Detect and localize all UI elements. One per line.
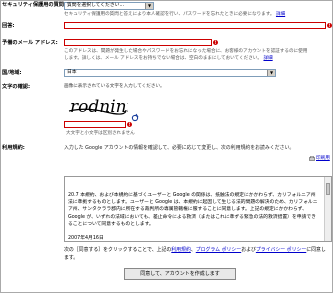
captcha-glyphs: rodnini [70, 97, 128, 117]
answer-input[interactable] [64, 22, 326, 29]
terms-body: 20.7 本規約、および本規約に基づくユーザーと Google の関係は、抵触法… [68, 193, 318, 227]
recovery-email-label: 予備のメール アドレス: [2, 40, 58, 46]
program-policy-link[interactable]: プログラム ポリシー [196, 247, 241, 253]
terms-date: 2007年4月16日 [68, 236, 104, 242]
captcha-note: 大文字と小文字は区別されません [66, 131, 135, 136]
terms-label: 利用規約: [2, 145, 25, 151]
answer-label: 回答: [2, 23, 15, 29]
agreement-text-before: 次の［同意する］をクリックすることで、上記の [64, 247, 172, 253]
country-select[interactable]: 日本 ▼ [64, 69, 276, 77]
terms-scrollbar-thumb[interactable] [326, 183, 330, 195]
agreement-line1: 次の［同意する］をクリックすることで、上記の利用規約、プログラム ポリシーおよび… [64, 247, 326, 253]
recovery-email-help-line1: このアドレスは、間題が発生した場合やパスワードをお忘れになった場合に、お客様のア… [64, 49, 308, 54]
error-icon: ! [213, 40, 218, 45]
security-question-help: セキュリティ保護用の質問と答えにより本人確認を行い、パスワードを忘れたときに必要… [64, 12, 285, 18]
printer-icon[interactable] [309, 156, 315, 161]
agreement-text-after: に同意し [306, 247, 326, 253]
security-question-help-text: セキュリティ保護用の質問と答えにより本人確認を行い、パスワードを忘れたときに必要… [64, 12, 275, 17]
recovery-email-input[interactable] [64, 39, 212, 46]
print-link[interactable]: 印刷用 [316, 156, 330, 162]
terms-link[interactable]: 利用規約 [171, 247, 191, 253]
country-selected: 日本 [67, 70, 77, 75]
chevron-down-icon[interactable]: ▼ [145, 3, 153, 9]
captcha-image: rodnini [66, 93, 132, 119]
error-icon: ! [327, 23, 332, 28]
captcha-label: 文字の確認: [2, 84, 31, 90]
privacy-policy-link[interactable]: プライバシー ポリシー [256, 247, 306, 253]
security-question-details-link[interactable]: 詳細 [276, 12, 285, 17]
recovery-email-help-line2: します。詳しくは、メール アドレスをお持ちでない場合は、空白のままにしておいてく… [64, 56, 273, 62]
agreement-line2: ます。 [64, 255, 79, 261]
recovery-email-details-link[interactable]: 詳細 [263, 56, 272, 61]
agree-create-account-button[interactable]: 同意して、アカウントを作成します [124, 268, 236, 280]
error-icon: ! [127, 122, 132, 127]
agreement-text-and: および [241, 247, 256, 253]
recovery-email-help-text: します。詳しくは、メール アドレスをお持ちでない場合は、空白のままにしておいてく… [64, 56, 262, 61]
captcha-input[interactable] [64, 121, 126, 128]
chevron-down-icon[interactable]: ▼ [267, 70, 275, 76]
captcha-instruction: 画像に表示されている文字を入力してください。 [64, 84, 165, 89]
security-question-label: セキュリティ保護用の質問: [2, 2, 67, 8]
country-label: 国/地域: [2, 70, 22, 76]
terms-body-text: 20.7 本規約、および本規約に基づくユーザーと Google の関係は、抵触法… [68, 192, 320, 242]
terms-intro: 入力した Google アカウントの情報を確認して、必要に応じて変更し、次の利用… [64, 145, 295, 151]
security-question-select[interactable]: 質問を選択してください... ▼ [64, 2, 154, 10]
terms-of-service-box[interactable]: 20.7 本規約、および本規約に基づくユーザーと Google の関係は、抵触法… [64, 176, 332, 242]
terms-scrollbar[interactable] [324, 177, 331, 241]
accessibility-audio-icon[interactable] [131, 113, 140, 122]
security-question-selected: 質問を選択してください... [67, 3, 125, 8]
